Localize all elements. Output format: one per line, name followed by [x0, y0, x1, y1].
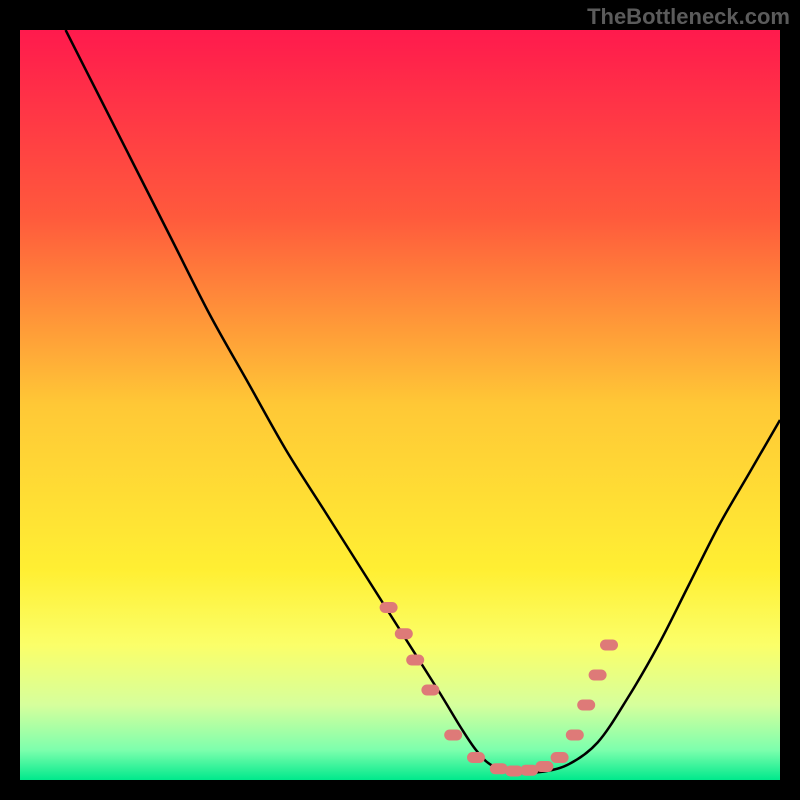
marker-point — [380, 602, 398, 613]
chart-frame: TheBottleneck.com — [0, 0, 800, 800]
marker-point — [421, 685, 439, 696]
marker-point — [589, 670, 607, 681]
marker-point — [535, 761, 553, 772]
marker-point — [406, 655, 424, 666]
marker-point — [467, 752, 485, 763]
marker-point — [444, 730, 462, 741]
marker-point — [600, 640, 618, 651]
gradient-background — [20, 30, 780, 780]
chart-svg — [20, 30, 780, 780]
marker-point — [577, 700, 595, 711]
plot-area — [20, 30, 780, 780]
marker-point — [566, 730, 584, 741]
marker-point — [490, 763, 508, 774]
watermark-text: TheBottleneck.com — [587, 4, 790, 30]
marker-point — [551, 752, 569, 763]
marker-point — [395, 628, 413, 639]
